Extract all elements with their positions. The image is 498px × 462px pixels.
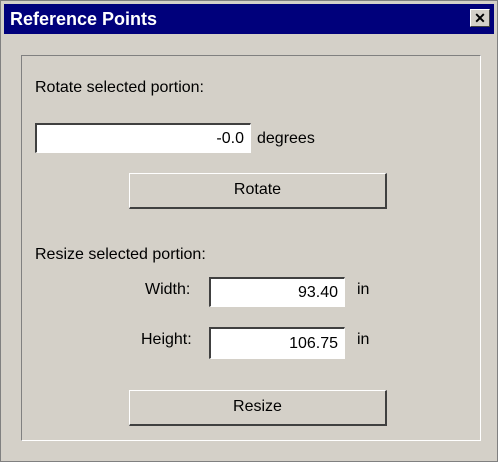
- close-icon: ✕: [474, 10, 486, 26]
- reference-points-dialog: Reference Points ✕ Rotate selected porti…: [0, 0, 498, 462]
- rotate-angle-input[interactable]: [35, 123, 251, 153]
- resize-button-label: Resize: [233, 398, 282, 415]
- width-label: Width:: [145, 281, 191, 298]
- height-unit-label: in: [357, 331, 370, 348]
- rotate-unit-label: degrees: [257, 130, 315, 147]
- title-bar[interactable]: Reference Points ✕: [4, 4, 494, 34]
- rotate-button[interactable]: Rotate: [129, 173, 387, 209]
- window-title: Reference Points: [10, 9, 158, 29]
- close-button[interactable]: ✕: [470, 9, 490, 27]
- rotate-section-label: Rotate selected portion:: [35, 79, 204, 96]
- width-input[interactable]: [209, 277, 345, 307]
- height-input[interactable]: [209, 327, 345, 359]
- resize-section-label: Resize selected portion:: [35, 246, 206, 263]
- height-label: Height:: [141, 331, 192, 348]
- rotate-button-label: Rotate: [233, 181, 282, 198]
- resize-button[interactable]: Resize: [129, 390, 387, 426]
- width-unit-label: in: [357, 281, 370, 298]
